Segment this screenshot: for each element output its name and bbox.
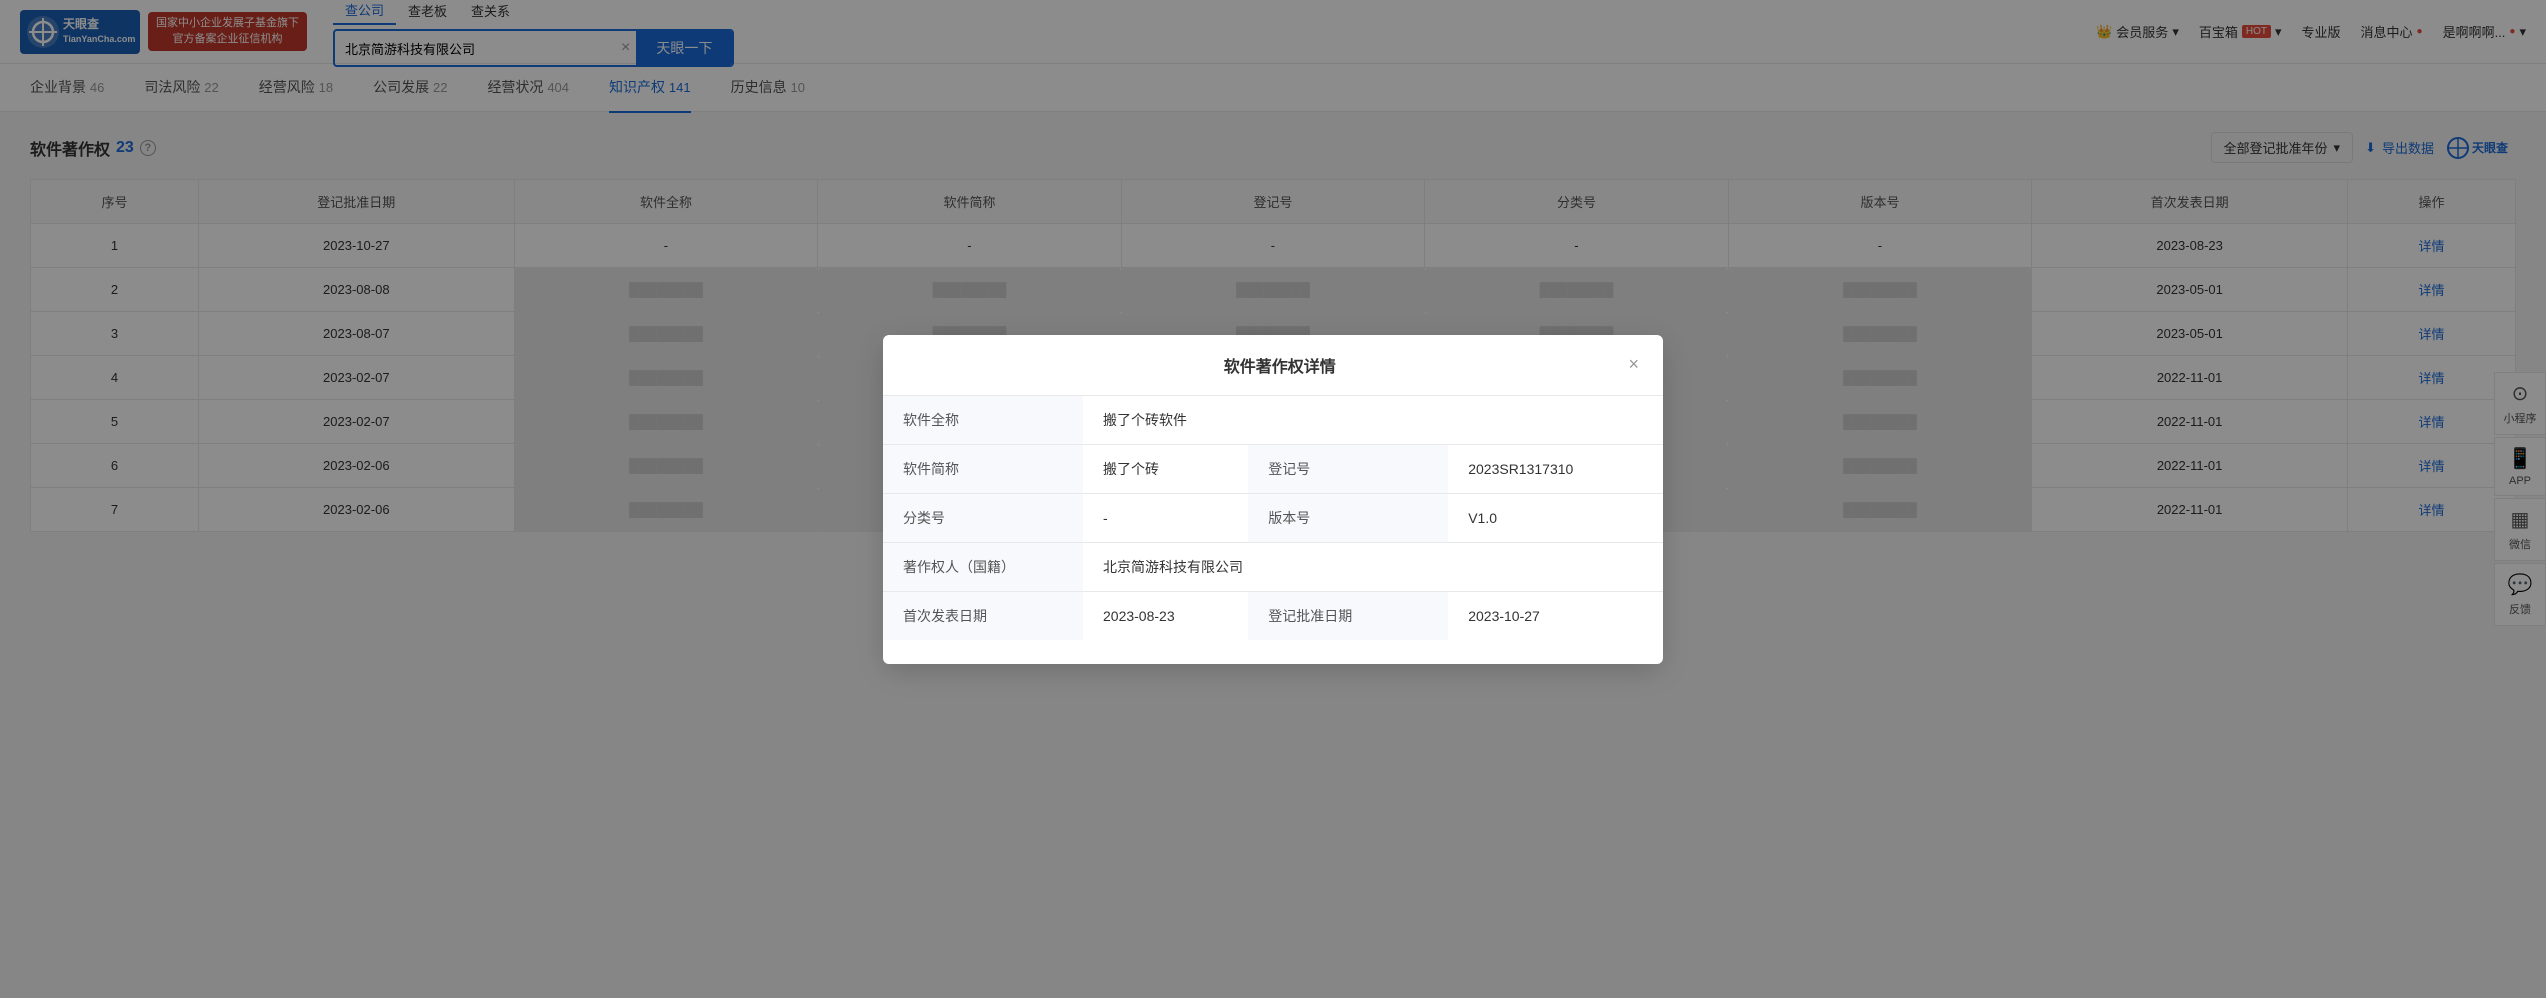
value-category: -	[1083, 493, 1248, 542]
value-version: V1.0	[1448, 493, 1663, 542]
modal-body: 软件全称 搬了个砖软件 软件简称 搬了个砖 登记号 2023SR1317310 …	[883, 396, 1663, 664]
modal-header: 软件著作权详情 ×	[883, 335, 1663, 396]
modal-title: 软件著作权详情	[931, 353, 1628, 377]
modal-close-button[interactable]: ×	[1628, 354, 1639, 375]
label-short-name: 软件简称	[883, 444, 1083, 493]
value-full-name: 搬了个砖软件	[1083, 396, 1663, 445]
modal-overlay[interactable]: 软件著作权详情 × 软件全称 搬了个砖软件 软件简称 搬了个砖 登记号 2023…	[0, 0, 2546, 998]
modal-row-category: 分类号 - 版本号 V1.0	[883, 493, 1663, 542]
label-reg-no: 登记号	[1248, 444, 1448, 493]
modal-row-owner: 著作权人（国籍） 北京简游科技有限公司	[883, 542, 1663, 591]
modal-row-pub-date: 首次发表日期 2023-08-23 登记批准日期 2023-10-27	[883, 591, 1663, 640]
modal-row-full-name: 软件全称 搬了个砖软件	[883, 396, 1663, 445]
modal-row-short-name: 软件简称 搬了个砖 登记号 2023SR1317310	[883, 444, 1663, 493]
modal-detail-table: 软件全称 搬了个砖软件 软件简称 搬了个砖 登记号 2023SR1317310 …	[883, 396, 1663, 640]
value-reg-date: 2023-10-27	[1448, 591, 1663, 640]
label-owner: 著作权人（国籍）	[883, 542, 1083, 591]
software-detail-modal: 软件著作权详情 × 软件全称 搬了个砖软件 软件简称 搬了个砖 登记号 2023…	[883, 335, 1663, 664]
label-full-name: 软件全称	[883, 396, 1083, 445]
value-pub-date: 2023-08-23	[1083, 591, 1248, 640]
value-short-name: 搬了个砖	[1083, 444, 1248, 493]
value-reg-no: 2023SR1317310	[1448, 444, 1663, 493]
label-category: 分类号	[883, 493, 1083, 542]
value-owner: 北京简游科技有限公司	[1083, 542, 1663, 591]
label-pub-date: 首次发表日期	[883, 591, 1083, 640]
label-reg-date: 登记批准日期	[1248, 591, 1448, 640]
label-version: 版本号	[1248, 493, 1448, 542]
